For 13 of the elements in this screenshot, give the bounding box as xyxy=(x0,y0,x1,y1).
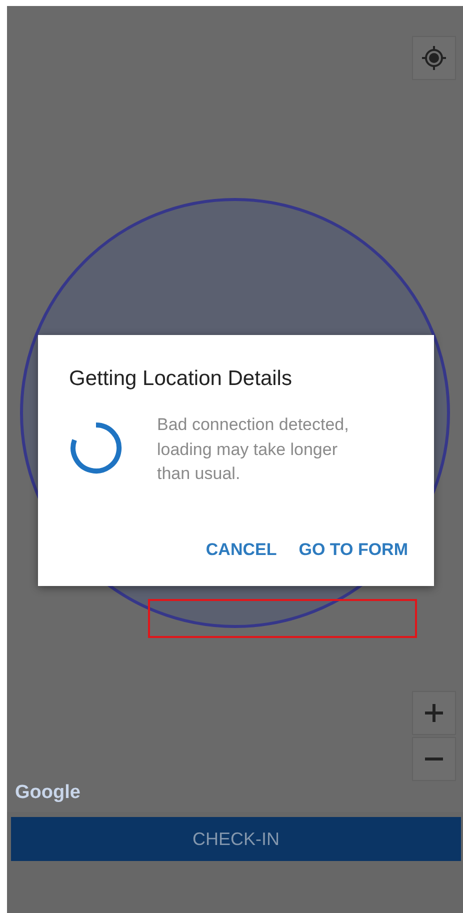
my-location-button[interactable] xyxy=(412,36,456,80)
minus-icon xyxy=(424,757,444,761)
map-attribution: Google xyxy=(15,782,80,804)
check-in-button[interactable]: CHECK-IN xyxy=(11,817,461,861)
loading-spinner-icon xyxy=(69,421,123,475)
zoom-out-button[interactable] xyxy=(412,737,456,781)
dialog-message: Bad connection detected, loading may take longer than usual. xyxy=(157,414,350,485)
zoom-in-button[interactable] xyxy=(412,691,456,735)
dialog-title: Getting Location Details xyxy=(69,367,293,391)
go-to-form-button[interactable]: GO TO FORM xyxy=(292,536,414,564)
plus-icon xyxy=(424,703,444,723)
cancel-button[interactable]: CANCEL xyxy=(200,536,283,564)
crosshair-icon xyxy=(421,45,447,71)
